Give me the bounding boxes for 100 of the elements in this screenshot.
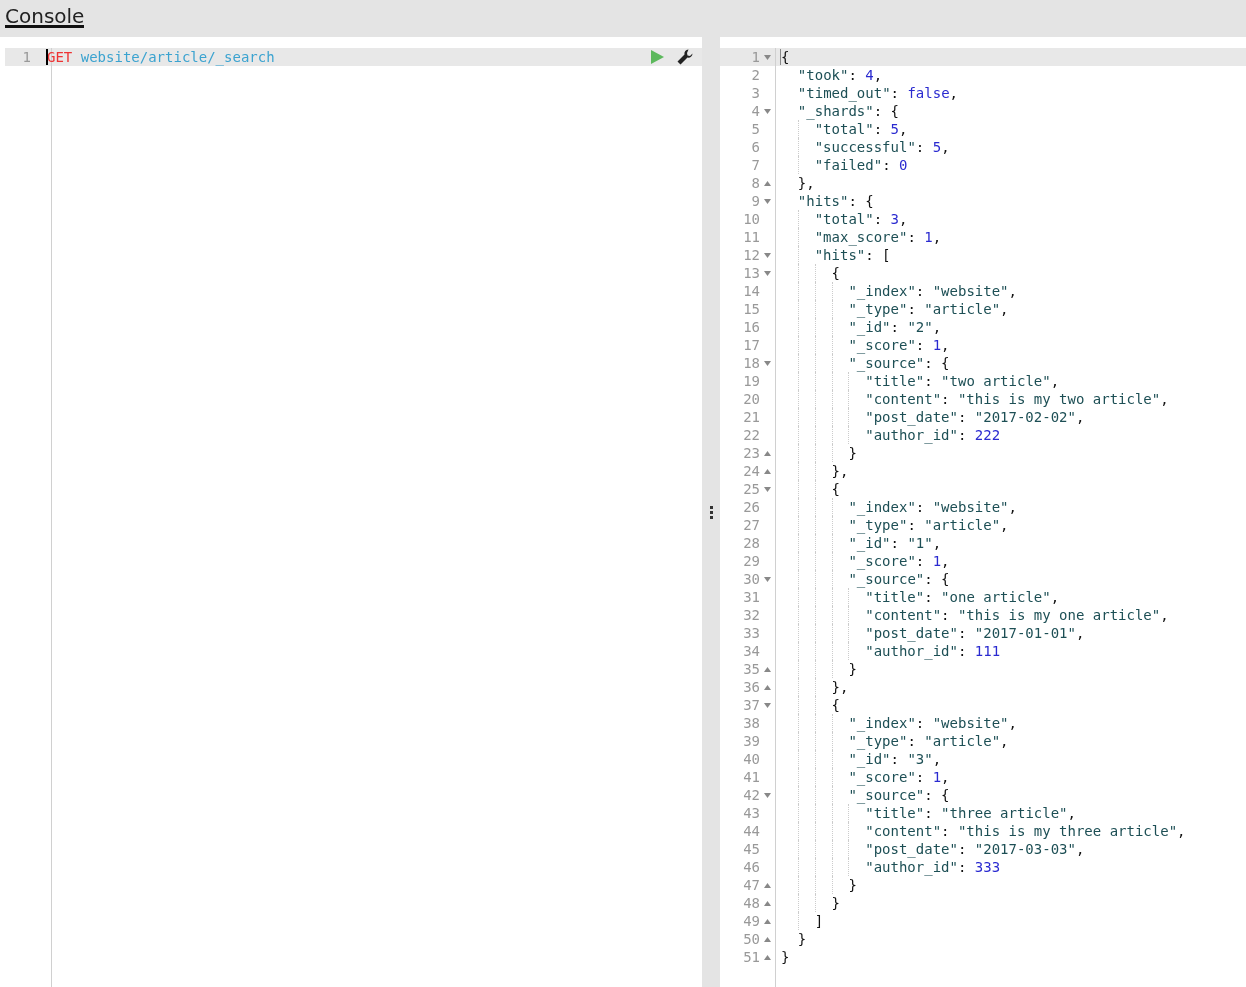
line-number: 39 xyxy=(742,732,760,750)
line-number: 49 xyxy=(742,912,760,930)
line-number: 19 xyxy=(742,372,760,390)
resize-handle[interactable] xyxy=(702,37,720,987)
line-number: 18 xyxy=(742,354,760,372)
code-line: "title": "three article", xyxy=(865,805,1076,821)
line-number: 24 xyxy=(742,462,760,480)
text-cursor xyxy=(46,49,48,65)
code-line: "failed": 0 xyxy=(814,157,908,173)
line-number: 35 xyxy=(742,660,760,678)
line-number: 42 xyxy=(742,786,760,804)
line-number: 21 xyxy=(742,408,760,426)
code-line: "post_date": "2017-02-02", xyxy=(865,409,1085,425)
code-line: "post_date": "2017-01-01", xyxy=(865,625,1085,641)
fold-arrow-icon[interactable] xyxy=(764,792,771,798)
fold-arrow-icon[interactable] xyxy=(764,576,771,582)
play-icon[interactable] xyxy=(648,48,666,66)
console-tab[interactable]: Console xyxy=(5,0,85,28)
code-line: "successful": 5, xyxy=(814,139,950,155)
code-line: "timed_out": false, xyxy=(797,85,958,101)
code-line: "_source": { xyxy=(848,571,950,587)
code-line: } xyxy=(781,949,790,965)
line-number: 34 xyxy=(742,642,760,660)
code-line: "_id": "2", xyxy=(848,319,942,335)
fold-arrow-icon[interactable] xyxy=(764,666,771,672)
code-line: "_index": "website", xyxy=(848,715,1017,731)
line-number: 15 xyxy=(742,300,760,318)
line-number: 27 xyxy=(742,516,760,534)
code-line: "author_id": 222 xyxy=(865,427,1001,443)
line-number: 37 xyxy=(742,696,760,714)
code-line: "_id": "3", xyxy=(848,751,942,767)
line-number: 32 xyxy=(742,606,760,624)
line-number: 25 xyxy=(742,480,760,498)
fold-arrow-icon[interactable] xyxy=(764,450,771,456)
code-line: "hits": { xyxy=(797,193,874,209)
line-number: 17 xyxy=(742,336,760,354)
line-number: 36 xyxy=(742,678,760,696)
line-number: 28 xyxy=(742,534,760,552)
fold-arrow-icon[interactable] xyxy=(764,702,771,708)
code-line: "_source": { xyxy=(848,355,950,371)
line-number: 8 xyxy=(750,174,760,192)
code-line: { xyxy=(831,697,840,713)
line-number: 41 xyxy=(742,768,760,786)
fold-arrow-icon[interactable] xyxy=(764,270,771,276)
code-line: "_index": "website", xyxy=(848,499,1017,515)
fold-arrow-icon[interactable] xyxy=(764,936,771,942)
line-number: 46 xyxy=(742,858,760,876)
fold-arrow-icon[interactable] xyxy=(764,252,771,258)
code-line: } xyxy=(831,895,840,911)
code-line: "_type": "article", xyxy=(848,517,1009,533)
line-number: 33 xyxy=(742,624,760,642)
fold-arrow-icon[interactable] xyxy=(764,468,771,474)
line-number: 11 xyxy=(742,228,760,246)
code-line: ] xyxy=(814,913,824,929)
line-number: 1 xyxy=(750,48,760,66)
code-line: "_score": 1, xyxy=(848,769,950,785)
code-line: }, xyxy=(831,463,849,479)
fold-arrow-icon[interactable] xyxy=(764,900,771,906)
line-number: 51 xyxy=(742,948,760,966)
line-number: 7 xyxy=(750,156,760,174)
code-line: "title": "two article", xyxy=(865,373,1060,389)
code-line: "post_date": "2017-03-03", xyxy=(865,841,1085,857)
line-number: 13 xyxy=(742,264,760,282)
line-number: 38 xyxy=(742,714,760,732)
code-line: { xyxy=(781,49,790,65)
code-line: "_shards": { xyxy=(797,103,899,119)
code-line: "hits": [ xyxy=(814,247,891,263)
code-line: { xyxy=(831,265,840,281)
line-number: 22 xyxy=(742,426,760,444)
line-number: 45 xyxy=(742,840,760,858)
line-number: 16 xyxy=(742,318,760,336)
fold-arrow-icon[interactable] xyxy=(764,918,771,924)
fold-arrow-icon[interactable] xyxy=(764,486,771,492)
wrench-icon[interactable] xyxy=(676,48,694,66)
line-number: 23 xyxy=(742,444,760,462)
line-number: 9 xyxy=(750,192,760,210)
line-number: 26 xyxy=(742,498,760,516)
code-line: }, xyxy=(797,175,815,191)
code-line: "total": 5, xyxy=(814,121,908,137)
code-line: "content": "this is my two article", xyxy=(865,391,1169,407)
code-line: "_source": { xyxy=(848,787,950,803)
line-number: 2 xyxy=(750,66,760,84)
fold-arrow-icon[interactable] xyxy=(764,54,771,60)
code-line: "title": "one article", xyxy=(865,589,1060,605)
line-number: 31 xyxy=(742,588,760,606)
code-line: "_type": "article", xyxy=(848,301,1009,317)
code-line: "_score": 1, xyxy=(848,337,950,353)
fold-arrow-icon[interactable] xyxy=(764,108,771,114)
fold-arrow-icon[interactable] xyxy=(764,954,771,960)
line-number: 4 xyxy=(750,102,760,120)
line-number: 47 xyxy=(742,876,760,894)
line-number: 40 xyxy=(742,750,760,768)
line-number: 5 xyxy=(750,120,760,138)
fold-arrow-icon[interactable] xyxy=(764,882,771,888)
fold-arrow-icon[interactable] xyxy=(764,684,771,690)
fold-arrow-icon[interactable] xyxy=(764,198,771,204)
fold-arrow-icon[interactable] xyxy=(764,180,771,186)
code-line: "max_score": 1, xyxy=(814,229,942,245)
fold-arrow-icon[interactable] xyxy=(764,360,771,366)
code-line: "content": "this is my one article", xyxy=(865,607,1169,623)
